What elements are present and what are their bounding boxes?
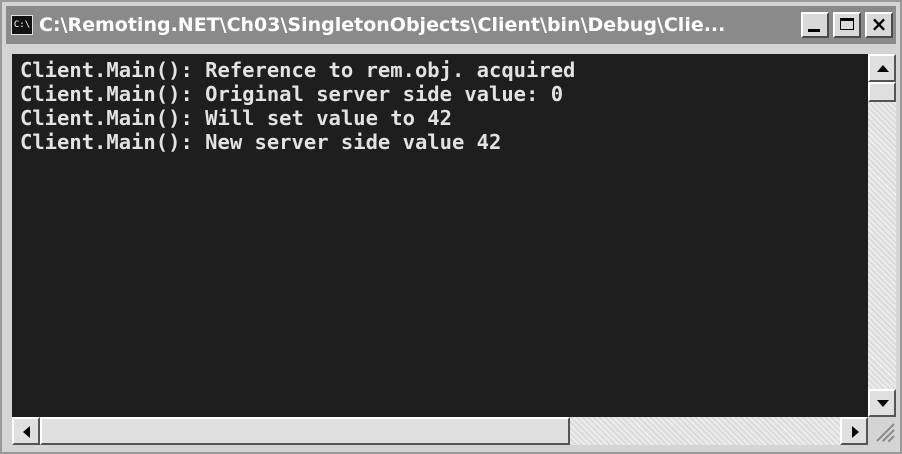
- console-line: Client.Main(): New server side value 42: [20, 130, 502, 154]
- arrow-left-icon: [23, 426, 30, 438]
- console-line: Client.Main(): Will set value to 42: [20, 106, 452, 130]
- console-line: Client.Main(): Original server side valu…: [20, 82, 564, 106]
- close-icon: ×: [870, 12, 888, 36]
- vertical-scroll-thumb[interactable]: [868, 82, 896, 102]
- minimize-icon: [808, 29, 820, 32]
- vertical-scrollbar[interactable]: [868, 54, 896, 417]
- window-title: C:\Remoting.NET\Ch03\SingletonObjects\Cl…: [39, 14, 726, 36]
- console-line: Client.Main(): Reference to rem.obj. acq…: [20, 58, 576, 82]
- maximize-button[interactable]: [833, 12, 861, 38]
- caption-buttons: ×: [801, 12, 893, 38]
- scroll-left-button[interactable]: [12, 417, 40, 445]
- scroll-right-button[interactable]: [840, 417, 868, 445]
- horizontal-scrollbar[interactable]: [12, 417, 868, 445]
- arrow-down-icon: [877, 400, 889, 407]
- console-app-icon[interactable]: C:\: [11, 15, 33, 35]
- scroll-down-button[interactable]: [868, 389, 896, 417]
- arrow-right-icon: [852, 426, 859, 438]
- minimize-button[interactable]: [801, 12, 829, 38]
- scroll-up-button[interactable]: [868, 54, 896, 82]
- close-button[interactable]: ×: [865, 12, 893, 38]
- console-output[interactable]: Client.Main(): Reference to rem.obj. acq…: [12, 54, 868, 417]
- maximize-icon: [840, 18, 854, 30]
- arrow-up-icon: [877, 65, 889, 72]
- console-window: C:\ C:\Remoting.NET\Ch03\SingletonObject…: [0, 0, 902, 454]
- title-bar[interactable]: C:\ C:\Remoting.NET\Ch03\SingletonObject…: [6, 6, 896, 44]
- resize-grip[interactable]: [868, 417, 896, 445]
- horizontal-scroll-thumb[interactable]: [40, 417, 570, 445]
